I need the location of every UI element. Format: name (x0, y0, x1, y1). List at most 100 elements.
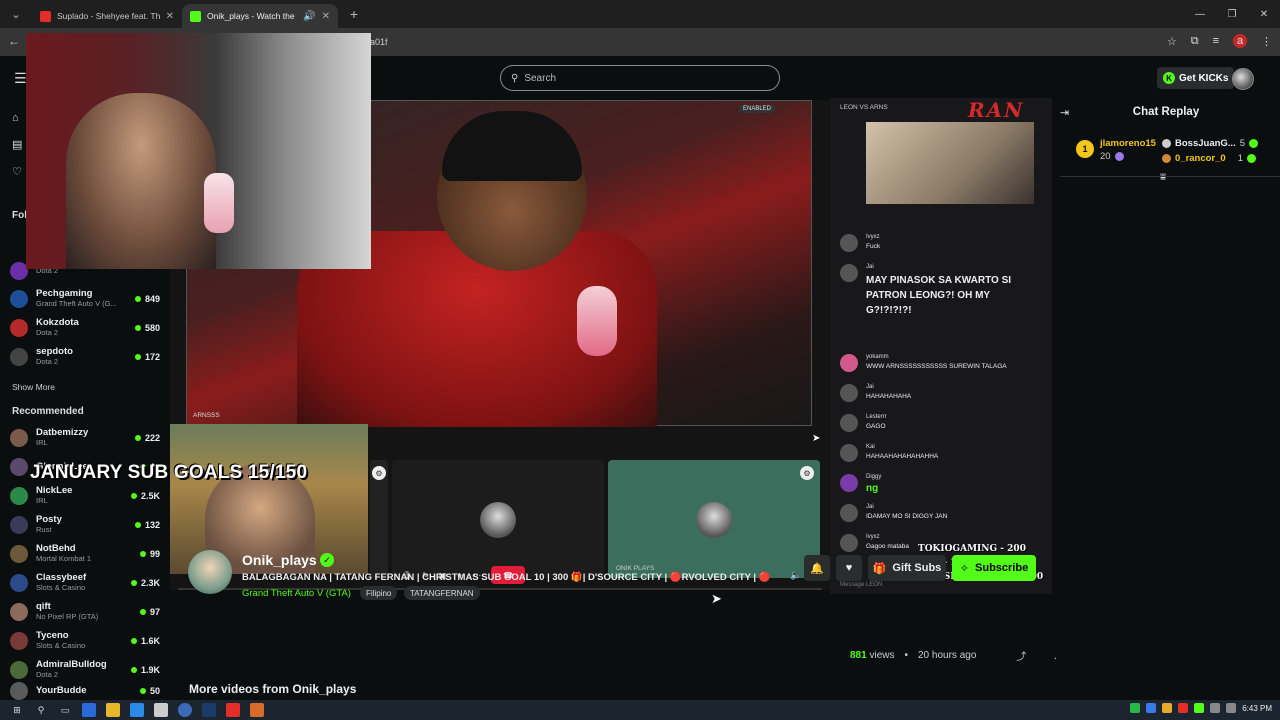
home-icon[interactable]: ⌂ (12, 112, 22, 124)
viewer-count: 99 (139, 549, 160, 559)
verified-icon: ✓ (320, 553, 334, 567)
subscribe-button[interactable]: ✧ Subscribe (952, 555, 1036, 581)
browse-icon[interactable]: ▤ (12, 138, 22, 151)
search-input[interactable] (524, 72, 745, 84)
channel-name[interactable]: Onik_plays (242, 552, 317, 568)
mail-icon[interactable] (130, 703, 144, 717)
video-stats: 881 views • 20 hours ago ⤴ ⋮ (850, 648, 1060, 663)
live-dot-icon (134, 435, 141, 441)
app-icon[interactable] (250, 703, 264, 717)
sidebar-channel[interactable]: Datbemizzy IRL 222 (10, 425, 160, 451)
category-link[interactable]: Grand Theft Auto V (GTA) (242, 588, 351, 599)
sidebar-channel[interactable]: Pechgaming Grand Theft Auto V (G... 849 (10, 286, 160, 312)
enabled-tag: ENABLED (738, 105, 775, 113)
sidebar-channel[interactable]: Posty Rust 132 (10, 512, 160, 538)
close-tab-icon[interactable]: ✕ (166, 11, 174, 22)
close-window-icon[interactable]: ✕ (1248, 0, 1280, 28)
windows-taskbar: ⊞ ⚲ ▭ 6:43 PM (0, 700, 1280, 720)
get-kicks-button[interactable]: K Get KICKs (1157, 67, 1235, 89)
gifter-row[interactable]: jlamoreno15 (1100, 138, 1156, 149)
menu-icon[interactable]: ☰ (14, 70, 27, 87)
tray-app-icon[interactable] (1194, 703, 1205, 713)
taskbar-search-icon[interactable]: ⚲ (34, 703, 48, 717)
steam-icon[interactable] (202, 703, 216, 717)
copilot-icon[interactable] (82, 703, 96, 717)
star-icon: ✧ (959, 562, 970, 575)
sidebar-channel[interactable]: NotBehd Mortal Kombat 1 99 (10, 541, 160, 567)
media-icon[interactable]: ≡ (1213, 35, 1219, 47)
badge-icon (1162, 154, 1171, 163)
user-avatar[interactable] (1232, 68, 1254, 90)
restore-icon[interactable]: ❐ (1216, 0, 1248, 28)
search-box[interactable]: ⚲ (500, 65, 780, 91)
viewer-count: 580 (134, 323, 160, 333)
gift-subs-button[interactable]: 🎁 Gift Subs (868, 555, 946, 581)
following-heart-icon[interactable]: ♡ (12, 165, 22, 178)
chat-image (866, 122, 1034, 204)
file-explorer-icon[interactable] (106, 703, 120, 717)
settings-gear-icon[interactable]: ⚙ (372, 466, 386, 480)
wifi-icon[interactable] (1210, 703, 1221, 713)
clock[interactable]: 6:43 PM (1242, 704, 1272, 713)
avatar (10, 487, 28, 505)
notification-bell-button[interactable]: 🔔 (804, 555, 830, 581)
browser-tab-2[interactable]: Onik_plays - Watch the VOD 🔊 ✕ (182, 4, 338, 28)
task-view-icon[interactable]: ▭ (58, 703, 72, 717)
gifter-row[interactable]: BossJuanG... 5 (1162, 138, 1259, 149)
gift-icon: 🎁 (872, 562, 887, 575)
channel-name: Kokzdota (36, 318, 79, 328)
browser-tab-1[interactable]: Suplado - Shehyee feat. ThyRo ✕ (32, 4, 182, 28)
channel-name: Classybeef (36, 573, 87, 583)
ran-logo: RAN (968, 98, 1025, 122)
tag-pill[interactable]: TATANGFERNAN (404, 586, 480, 600)
bluetooth-icon[interactable] (1146, 703, 1157, 713)
store-icon[interactable] (154, 703, 168, 717)
sidebar-channel[interactable]: Kokzdota Dota 2 580 (10, 315, 160, 341)
youtube-favicon-icon (40, 10, 51, 22)
minimize-icon[interactable]: — (1184, 0, 1216, 28)
more-menu-icon[interactable]: ⋮ (1261, 35, 1272, 48)
windows-start-icon[interactable]: ⊞ (10, 703, 24, 717)
avatar (10, 632, 28, 650)
avatar (10, 661, 28, 679)
show-more-link[interactable]: Show More (12, 382, 55, 392)
stream-chat-overlay: LEON VS ARNS RAN Ivyxz Fuck Jai MAY PINASO… (830, 98, 1052, 594)
tag-pill[interactable]: Filipino (360, 586, 398, 600)
sidebar-channel[interactable]: sepdoto Dota 2 172 (10, 344, 160, 370)
sidebar-nav-icons: ⌂ ▤ ♡ (12, 112, 22, 178)
settings-gear-icon[interactable]: ⚙ (800, 466, 814, 480)
tray-app-icon[interactable] (1178, 703, 1189, 713)
share-icon[interactable]: ⤴ (1016, 648, 1026, 663)
filter-icon[interactable]: ⩸ (1160, 172, 1166, 183)
address-bar-icons: ☆ ⧉ ≡ a ⋮ (1167, 34, 1272, 48)
sidebar-channel[interactable]: Classybeef Slots & Casino 2.3K (10, 570, 160, 596)
tray-app-icon[interactable] (1162, 703, 1173, 713)
extensions-icon[interactable]: ⧉ (1191, 35, 1199, 48)
follow-heart-button[interactable]: ♥ (836, 555, 862, 581)
profile-avatar[interactable]: a (1233, 34, 1247, 48)
sidebar-channel[interactable]: NickLee IRL 2.5K (10, 483, 160, 509)
chrome-icon[interactable] (178, 703, 192, 717)
speaker-icon[interactable]: 🔊 (303, 11, 315, 22)
back-icon[interactable]: ← (8, 34, 20, 48)
channel-game: Slots & Casino (36, 641, 86, 650)
bookmark-star-icon[interactable]: ☆ (1167, 35, 1177, 48)
tab-title: Onik_plays - Watch the VOD (207, 11, 297, 21)
gifter-row[interactable]: 0_rancor_0 1 (1162, 153, 1256, 164)
whatsapp-icon[interactable] (1130, 703, 1141, 713)
url-text[interactable]: a01f (370, 37, 388, 47)
youtube-icon[interactable] (226, 703, 240, 717)
channel-avatar[interactable] (188, 550, 232, 594)
sidebar-channel[interactable]: AdmiralBulldog Dota 2 1.9K (10, 657, 160, 683)
more-videos-heading: More videos from Onik_plays (189, 682, 357, 696)
new-tab-button[interactable]: + (344, 6, 364, 22)
participant-avatar (696, 502, 732, 538)
volume-icon[interactable] (1226, 703, 1237, 713)
sidebar-channel[interactable]: Tyceno Slots & Casino 1.6K (10, 628, 160, 654)
sidebar-channel[interactable]: YourBudde 50 (10, 682, 160, 700)
sidebar-channel[interactable]: qift No Pixel RP (GTA) 97 (10, 599, 160, 625)
tab-search-icon[interactable]: ⌄ (4, 4, 28, 24)
close-tab-icon[interactable]: ✕ (322, 11, 330, 22)
avatar (10, 290, 28, 308)
tab-title: Suplado - Shehyee feat. ThyRo (57, 11, 160, 21)
